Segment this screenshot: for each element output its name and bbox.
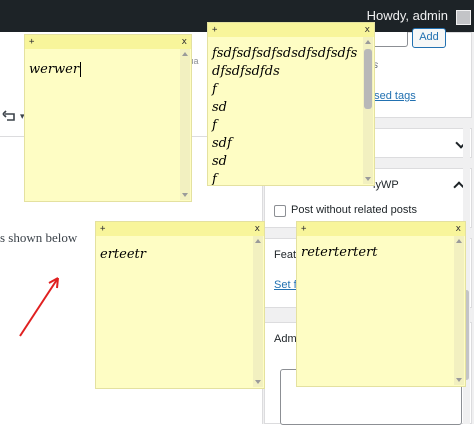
- add-note-icon[interactable]: +: [301, 223, 306, 235]
- close-icon[interactable]: x: [255, 223, 260, 235]
- related-posts-title: lyWP: [373, 179, 399, 191]
- sticky-note-text[interactable]: erteetr: [100, 246, 254, 264]
- add-note-icon[interactable]: +: [100, 223, 105, 235]
- undo-icon[interactable]: [2, 110, 18, 124]
- scroll-down-icon[interactable]: [255, 380, 261, 384]
- text-caret: [80, 62, 82, 77]
- sticky-note-text[interactable]: werwer: [29, 61, 181, 79]
- sticky-note-content[interactable]: werwer: [29, 62, 79, 77]
- sticky-note[interactable]: + x fsdfsdfsdfsdsdfsdfsdfs dfsdfsdfds f …: [207, 22, 375, 186]
- scroll-down-icon[interactable]: [456, 378, 462, 382]
- scroll-up-icon[interactable]: [365, 40, 371, 44]
- sticky-note[interactable]: + x retertertert: [296, 221, 466, 387]
- sticky-note[interactable]: + x erteetr: [95, 221, 265, 389]
- add-note-icon[interactable]: +: [212, 24, 217, 36]
- post-without-related-checkbox[interactable]: [274, 205, 286, 217]
- close-icon[interactable]: x: [182, 36, 187, 48]
- note-scrollbar-thumb[interactable]: [364, 49, 372, 109]
- add-tag-button[interactable]: Add: [412, 28, 446, 48]
- note-scrollbar[interactable]: [363, 37, 373, 184]
- scroll-up-icon[interactable]: [255, 239, 261, 243]
- sticky-note-text[interactable]: fsdfsdfsdfsdsdfsdfsdfs dfsdfsdfds f sd f…: [212, 45, 364, 185]
- close-icon[interactable]: x: [456, 223, 461, 235]
- note-scrollbar[interactable]: [180, 49, 190, 200]
- admin-panel-title: Adm: [274, 333, 297, 345]
- scroll-down-icon[interactable]: [365, 177, 371, 181]
- avatar[interactable]: [456, 10, 471, 25]
- choose-used-tags-link[interactable]: used tags: [368, 90, 416, 102]
- sticky-note[interactable]: + x werwer: [24, 34, 192, 202]
- scroll-up-icon[interactable]: [456, 239, 462, 243]
- sticky-note-header[interactable]: + x: [96, 222, 264, 236]
- post-without-related-label: Post without related posts: [291, 204, 417, 216]
- note-scrollbar[interactable]: [454, 236, 464, 385]
- scroll-down-icon[interactable]: [182, 193, 188, 197]
- note-scrollbar[interactable]: [253, 236, 263, 387]
- add-note-icon[interactable]: +: [29, 36, 34, 48]
- red-arrow-annotation: [19, 277, 59, 337]
- sticky-note-header[interactable]: + x: [208, 23, 374, 37]
- sticky-note-text[interactable]: retertertert: [301, 244, 455, 262]
- sticky-note-header[interactable]: + x: [25, 35, 191, 49]
- howdy-greeting[interactable]: Howdy, admin: [367, 8, 448, 23]
- scroll-up-icon[interactable]: [182, 52, 188, 56]
- editor-content-text[interactable]: s shown below: [0, 230, 77, 246]
- close-icon[interactable]: x: [365, 24, 370, 36]
- sticky-note-header[interactable]: + x: [297, 222, 465, 236]
